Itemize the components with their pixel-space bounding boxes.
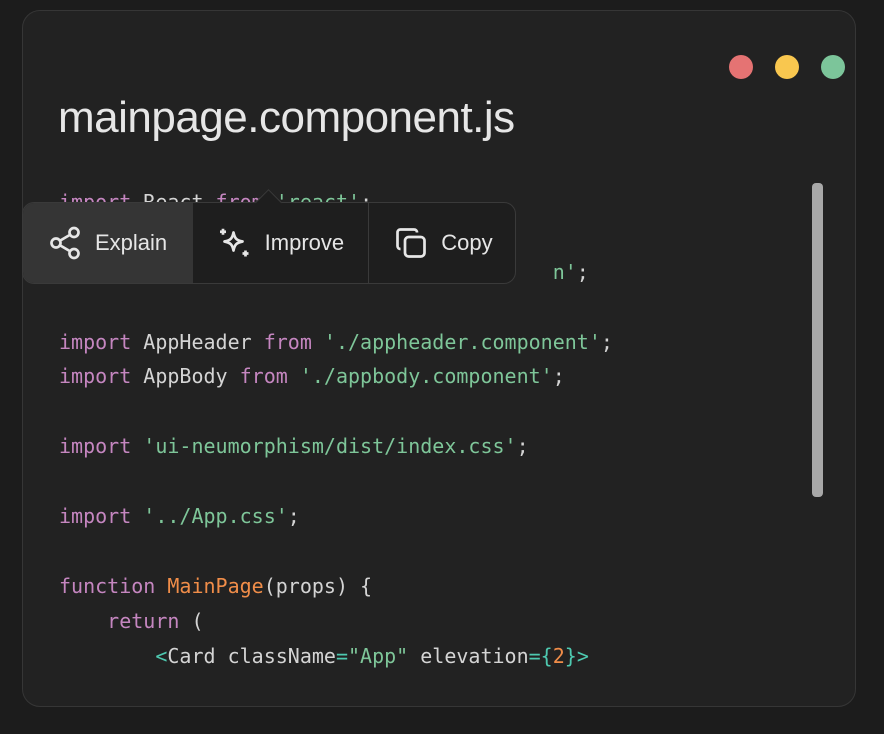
close-dot[interactable] [729,55,753,79]
code-token: 2 [552,643,565,668]
file-title: mainpage.component.js [58,93,515,142]
code-token: import [59,329,132,354]
code-line: return ( [59,604,799,639]
improve-label: Improve [264,230,345,255]
copy-label: Copy [441,230,493,255]
code-card: mainpage.component.js import React from … [22,10,856,707]
minimize-dot[interactable] [775,55,799,79]
code-action-popup: Explain Improve Copy [22,189,516,284]
code-token: './appheader.component' [323,329,601,354]
code-token: }> [564,643,589,668]
code-token: function [59,573,156,598]
window-controls [729,55,845,79]
sparkles-icon [219,228,249,257]
code-token: (props) { [263,573,373,598]
code-token: < [155,643,168,668]
code-token: ; [552,364,565,389]
code-line: function MainPage(props) { [59,569,799,604]
code-token: = [335,643,348,668]
explain-label: Explain [95,230,168,255]
code-token: from [239,364,288,389]
code-token: AppBody [131,364,240,389]
code-token: return [107,608,180,633]
copy-button[interactable]: Copy [369,203,515,283]
code-token: ={ [528,643,553,668]
code-token: './appbody.component' [299,364,553,389]
code-line: import AppBody from './appbody.component… [59,359,799,394]
code-token: MainPage [167,573,264,598]
code-token: ; [287,504,300,529]
code-line: <Card className="App" elevation={2}> [59,639,799,674]
code-token: 'ui-neumorphism/dist/index.css' [143,434,517,459]
code-token: AppHeader [131,329,264,354]
code-token: ; [516,434,529,459]
maximize-dot[interactable] [821,55,845,79]
explain-button[interactable]: Explain [23,203,193,283]
code-token: import [59,364,132,389]
code-token: import [59,504,132,529]
improve-button[interactable]: Improve [193,203,370,283]
share-nodes-icon [50,226,80,260]
code-token: import [59,434,132,459]
code-token: ; [600,329,613,354]
code-token: n' [552,259,577,284]
code-token: ( [179,608,204,633]
code-line: import 'ui-neumorphism/dist/index.css'; [59,429,799,464]
code-token: elevation [408,643,529,668]
code-token: "App" [348,643,409,668]
code-token: ; [576,259,589,284]
vertical-scrollbar[interactable] [809,181,825,511]
code-token: Card className [167,643,336,668]
scrollbar-thumb[interactable] [812,183,823,497]
code-token: '../App.css' [143,504,288,529]
code-token: from [263,329,312,354]
code-line: import AppHeader from './appheader.compo… [59,325,799,360]
copy-icon [396,228,427,258]
code-line: import '../App.css'; [59,499,799,534]
